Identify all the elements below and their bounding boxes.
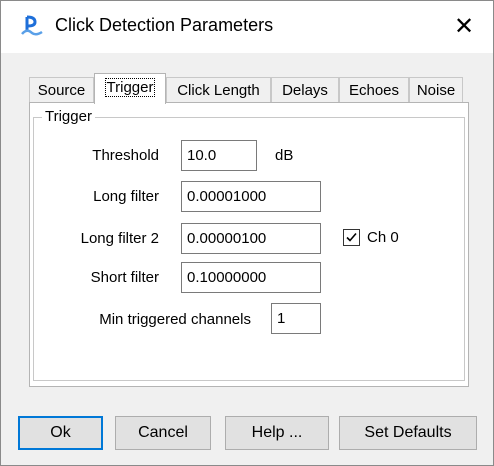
cancel-button[interactable]: Cancel (115, 416, 211, 450)
window-title: Click Detection Parameters (55, 15, 274, 35)
threshold-input[interactable]: 10.0 (181, 140, 257, 171)
tab-label: Click Length (177, 82, 260, 99)
ok-button[interactable]: Ok (18, 416, 103, 450)
tab-label: Delays (282, 82, 328, 99)
tab-trigger[interactable]: Trigger (94, 73, 166, 104)
tab-echoes[interactable]: Echoes (339, 77, 409, 103)
pamguard-icon (20, 14, 44, 38)
checkbox-box[interactable] (343, 229, 360, 246)
help-button[interactable]: Help ... (225, 416, 329, 450)
title-bar: Click Detection Parameters ✕ (1, 1, 493, 53)
tab-source[interactable]: Source (29, 77, 94, 103)
short-filter-label: Short filter (90, 269, 159, 286)
close-icon[interactable]: ✕ (441, 7, 487, 47)
short-filter-input[interactable]: 0.10000000 (181, 262, 321, 293)
threshold-label: Threshold (92, 147, 159, 164)
min-channels-label: Min triggered channels (99, 311, 251, 328)
long-filter-2-input[interactable]: 0.00000100 (181, 223, 321, 254)
tab-label: Noise (416, 82, 456, 99)
threshold-unit: dB (275, 147, 294, 164)
tab-label: Trigger (104, 78, 156, 97)
min-channels-input[interactable]: 1 (271, 303, 321, 334)
tab-label: Source (37, 82, 86, 99)
long-filter-input[interactable]: 0.00001000 (181, 181, 321, 212)
set-defaults-button[interactable]: Set Defaults (339, 416, 477, 450)
group-title: Trigger (42, 108, 95, 125)
tab-delays[interactable]: Delays (271, 77, 339, 103)
checkbox-label: Ch 0 (367, 229, 399, 246)
long-filter-2-label: Long filter 2 (80, 230, 159, 247)
tab-label: Echoes (348, 82, 400, 99)
tab-click-length[interactable]: Click Length (166, 77, 271, 103)
dialog-window: Click Detection Parameters ✕ Source Trig… (0, 0, 494, 466)
long-filter-label: Long filter (93, 188, 159, 205)
tab-noise[interactable]: Noise (409, 77, 463, 103)
